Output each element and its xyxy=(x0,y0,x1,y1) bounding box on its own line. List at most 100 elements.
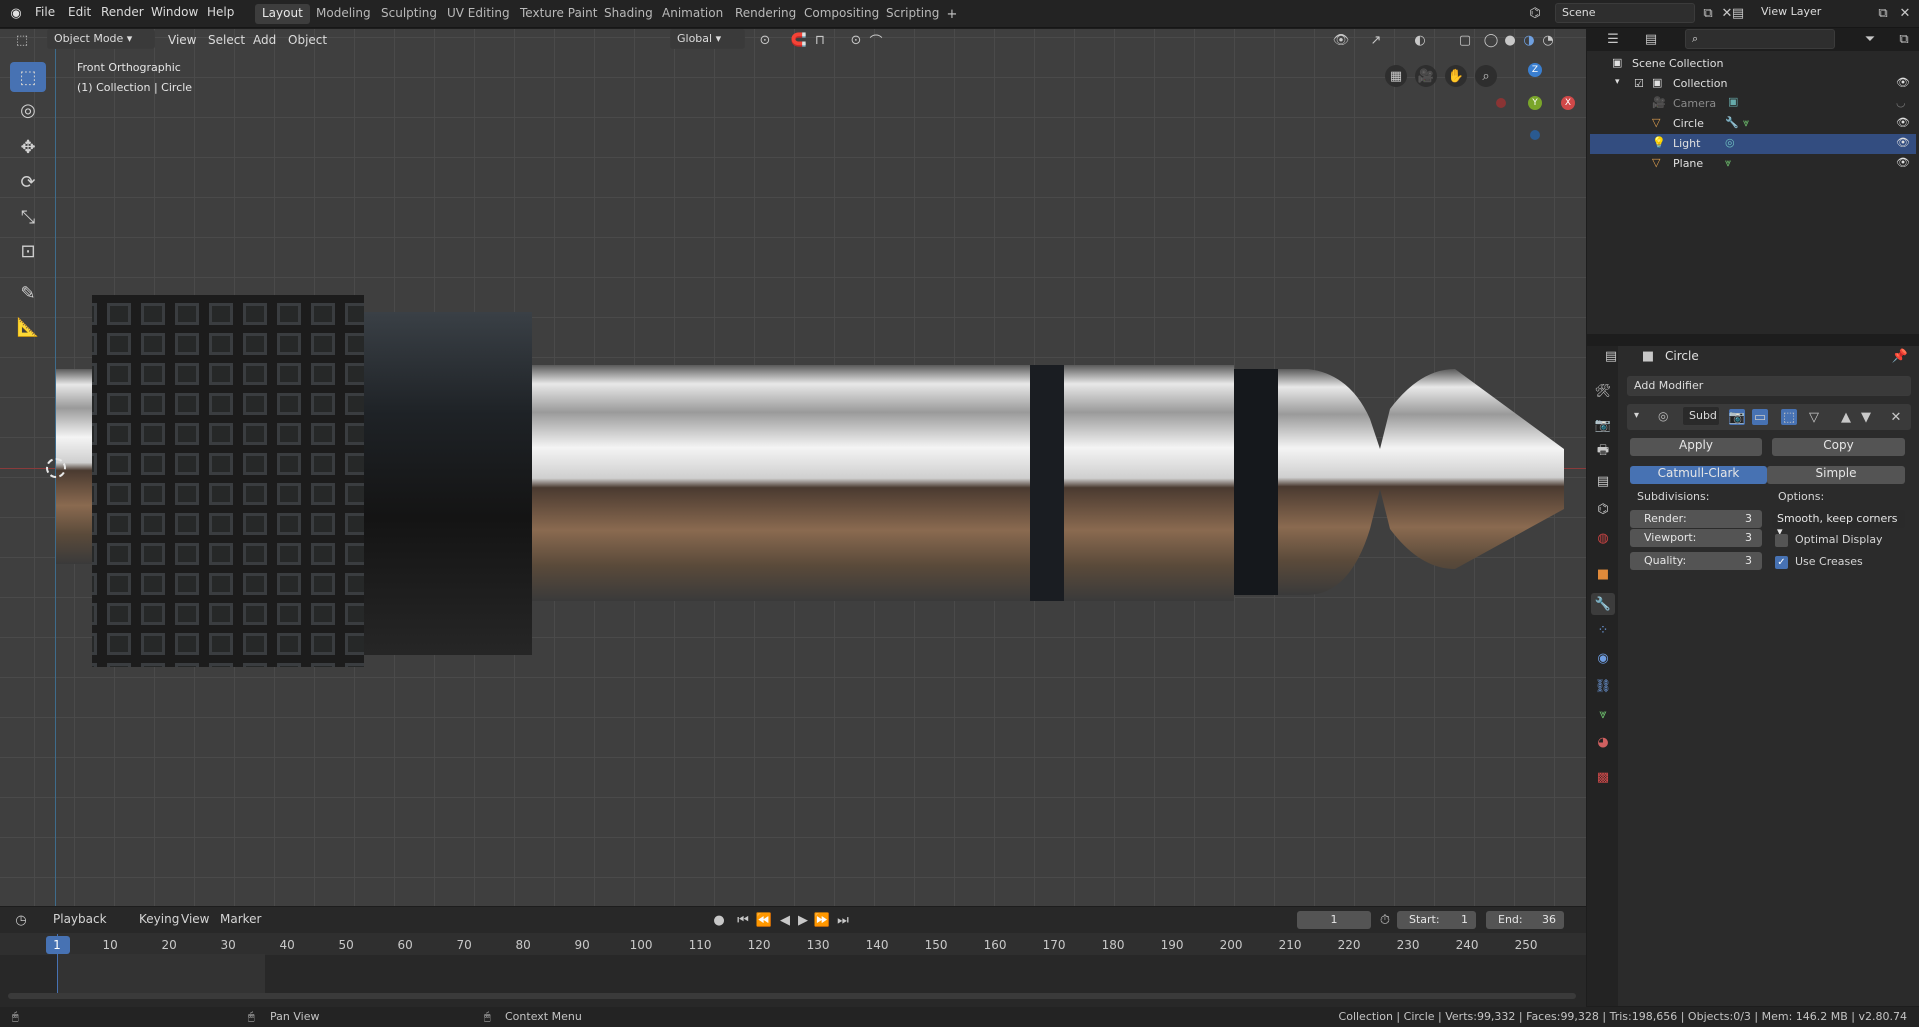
transform-tool[interactable]: ⊡ xyxy=(10,236,46,266)
material-tab-icon[interactable]: ◕ xyxy=(1595,734,1611,750)
orientation-dropdown[interactable]: Global ▾ xyxy=(670,29,745,49)
record-icon[interactable]: ● xyxy=(711,912,727,928)
optimal-display-checkbox[interactable] xyxy=(1775,534,1788,547)
modifier-wrench-icon[interactable]: 🔧 xyxy=(1725,116,1739,129)
cursor-tool[interactable]: ◎ xyxy=(10,95,46,125)
mesh-data-icon[interactable]: ⩔ xyxy=(1743,116,1749,130)
particles-tab-icon[interactable]: ⁘ xyxy=(1595,622,1611,638)
scale-tool[interactable]: ⤡ xyxy=(10,202,46,232)
render-levels-field[interactable]: Render: 3 xyxy=(1630,510,1762,528)
editor-type-icon[interactable]: ⬚ xyxy=(14,32,30,48)
proportional-edit-icon[interactable]: ⊙ xyxy=(848,32,864,48)
eye-icon[interactable]: 👁 xyxy=(1896,136,1910,149)
gizmo-z-axis[interactable]: Z xyxy=(1528,63,1542,77)
move-up-icon[interactable]: ▲ xyxy=(1838,409,1854,425)
next-keyframe-icon[interactable]: ⏩ xyxy=(814,912,830,928)
tab-rendering[interactable]: Rendering xyxy=(728,4,803,24)
properties-editor-icon[interactable]: ▤ xyxy=(1603,348,1619,364)
viewport-menu-select[interactable]: Select xyxy=(208,33,245,47)
add-modifier-dropdown[interactable]: Add Modifier xyxy=(1627,376,1911,396)
outliner-editor-icon[interactable]: ☰ xyxy=(1605,31,1621,47)
object-mode-dropdown[interactable]: Object Mode ▾ xyxy=(47,29,155,49)
remove-modifier-icon[interactable]: ✕ xyxy=(1888,409,1904,425)
expand-arrow-icon[interactable]: ▾ xyxy=(1615,77,1620,87)
prev-keyframe-icon[interactable]: ⏪ xyxy=(756,912,772,928)
visibility-icon[interactable]: 👁 xyxy=(1333,32,1350,48)
tab-texture-paint[interactable]: Texture Paint xyxy=(513,4,604,24)
falloff-icon[interactable]: ⌒ xyxy=(868,32,884,50)
eye-icon[interactable]: 👁 xyxy=(1896,156,1910,169)
catmull-clark-button[interactable]: Catmull-Clark xyxy=(1630,466,1767,484)
start-frame-field[interactable]: Start: 1 xyxy=(1397,911,1476,929)
physics-tab-icon[interactable]: ◉ xyxy=(1595,650,1611,666)
measure-tool[interactable]: 📐 xyxy=(10,312,46,342)
timeline-menu-keying[interactable]: Keying xyxy=(139,912,179,926)
display-mode-icon[interactable]: ▤ xyxy=(1643,31,1659,47)
end-frame-field[interactable]: End: 36 xyxy=(1486,911,1564,929)
outliner-row-scene-collection[interactable]: ▣ Scene Collection xyxy=(1590,54,1916,74)
outliner-row-collection[interactable]: ▾ ☑ ▣ Collection 👁 xyxy=(1590,74,1916,94)
use-creases-checkbox[interactable]: ✓ xyxy=(1775,556,1788,569)
tab-sculpting[interactable]: Sculpting xyxy=(374,4,444,24)
output-tab-icon[interactable]: 🖶 xyxy=(1595,443,1611,460)
menu-window[interactable]: Window xyxy=(151,5,198,19)
light-data-icon[interactable]: ◎ xyxy=(1725,136,1735,149)
timeline-scrollbar[interactable] xyxy=(8,993,1576,999)
timeline-menu-view[interactable]: View xyxy=(181,912,209,926)
new-scene-icon[interactable]: ⧉ xyxy=(1700,5,1716,21)
viewport-menu-view[interactable]: View xyxy=(168,33,196,47)
move-tool[interactable]: ✥ xyxy=(10,132,46,162)
delete-view-layer-icon[interactable]: ✕ xyxy=(1897,5,1913,21)
camera-data-icon[interactable]: ▣ xyxy=(1728,95,1738,108)
render-toggle-icon[interactable]: 📷 xyxy=(1729,409,1745,425)
gizmo-toggle-icon[interactable]: ↗ xyxy=(1368,32,1384,48)
viewport-toggle-icon[interactable]: ▭ xyxy=(1752,409,1768,425)
tool-tab-icon[interactable]: 🛠 xyxy=(1595,383,1612,399)
gizmo-neg-z[interactable] xyxy=(1530,130,1540,140)
move-down-icon[interactable]: ▼ xyxy=(1858,409,1874,425)
viewport-menu-object[interactable]: Object xyxy=(288,33,327,47)
gizmo-y-axis[interactable]: Y xyxy=(1528,96,1542,110)
world-tab-icon[interactable]: ◍ xyxy=(1595,530,1611,546)
new-collection-icon[interactable]: ⧉ xyxy=(1896,31,1912,47)
wireframe-shading-icon[interactable]: ◯ xyxy=(1483,32,1499,48)
select-box-tool[interactable]: ⬚ xyxy=(10,62,46,92)
stopwatch-icon[interactable]: ⏱ xyxy=(1377,912,1393,928)
collection-checkbox[interactable]: ☑ xyxy=(1634,77,1644,90)
outliner-row-camera[interactable]: 🎥 Camera ▣ ◡ xyxy=(1590,94,1916,114)
tab-scripting[interactable]: Scripting xyxy=(879,4,946,24)
pin-icon[interactable]: 📌 xyxy=(1892,348,1908,364)
new-view-layer-icon[interactable]: ⧉ xyxy=(1875,5,1891,21)
rendered-shading-icon[interactable]: ◔ xyxy=(1540,32,1556,48)
outliner-row-plane[interactable]: ▽ Plane ⩔ 👁 xyxy=(1590,154,1916,174)
pivot-icon[interactable]: ⊙ xyxy=(757,32,773,48)
tab-modeling[interactable]: Modeling xyxy=(309,4,378,24)
copy-button[interactable]: Copy xyxy=(1772,438,1905,456)
timeline-menu-playback[interactable]: Playback xyxy=(53,912,107,926)
eye-hidden-icon[interactable]: ◡ xyxy=(1896,96,1906,109)
timeline-menu-marker[interactable]: Marker xyxy=(220,912,261,926)
play-icon[interactable]: ▶ xyxy=(795,912,811,928)
modifier-tab-icon[interactable]: 🔧 xyxy=(1591,593,1615,615)
menu-render[interactable]: Render xyxy=(101,5,144,19)
outliner-search[interactable]: ⌕ xyxy=(1685,29,1835,49)
camera-view-icon[interactable]: 🎥 xyxy=(1415,65,1437,87)
menu-help[interactable]: Help xyxy=(207,5,234,19)
tab-shading[interactable]: Shading xyxy=(597,4,660,24)
gizmo-x-axis[interactable]: X xyxy=(1561,96,1575,110)
gizmo-neg-x[interactable] xyxy=(1496,98,1506,108)
scene-selector[interactable]: Scene xyxy=(1555,3,1695,23)
mesh-data-icon[interactable]: ⩔ xyxy=(1725,156,1731,170)
outliner-row-light[interactable]: 💡 Light ◎ 👁 xyxy=(1590,134,1916,154)
timeline-editor-icon[interactable]: ◷ xyxy=(13,912,29,928)
eye-icon[interactable]: 👁 xyxy=(1896,116,1910,129)
modifier-name-field[interactable]: Subd xyxy=(1682,406,1720,426)
annotate-tool[interactable]: ✎ xyxy=(10,278,46,308)
add-workspace-icon[interactable]: + xyxy=(944,6,960,22)
xray-icon[interactable]: ▢ xyxy=(1457,32,1473,48)
jump-end-icon[interactable]: ⏭ xyxy=(835,912,851,928)
tab-compositing[interactable]: Compositing xyxy=(797,4,886,24)
overlay-icon[interactable]: ◐ xyxy=(1412,32,1428,48)
render-tab-icon[interactable]: 📷 xyxy=(1595,417,1611,433)
quality-field[interactable]: Quality: 3 xyxy=(1630,552,1762,570)
